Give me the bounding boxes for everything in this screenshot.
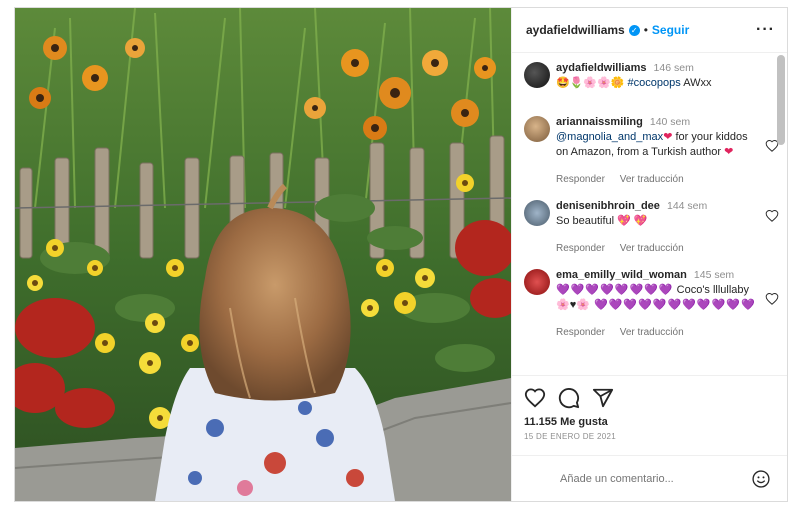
- see-translation-button[interactable]: Ver traducción: [620, 243, 684, 254]
- post-side-panel: aydafieldwilliams ✓ • Seguir ··· aydafie…: [511, 8, 787, 501]
- post-date: 15 DE ENERO DE 2021: [524, 432, 616, 441]
- purple-hearts-emoji: 💜💜💜💜💜💜💜💜: [556, 284, 674, 296]
- caption-username[interactable]: aydafieldwilliams: [556, 62, 646, 74]
- comment-body: ema_emilly_wild_woman 145 sem 💜💜💜💜💜💜💜💜 C…: [556, 268, 779, 340]
- add-comment-input[interactable]: [560, 472, 751, 485]
- post-photo[interactable]: [15, 8, 511, 501]
- verified-badge-icon: ✓: [628, 24, 640, 36]
- post-actions-section: 11.155 Me gusta 15 DE ENERO DE 2021: [512, 375, 787, 441]
- emoji-smiley-icon[interactable]: [751, 469, 771, 489]
- comment-body: ariannaissmiling 140 sem @magnolia_and_m…: [556, 115, 779, 187]
- follow-button[interactable]: Seguir: [652, 23, 689, 37]
- reply-button[interactable]: Responder: [556, 243, 605, 254]
- comment-username[interactable]: ema_emilly_wild_woman: [556, 269, 687, 281]
- comment-time[interactable]: 145 sem: [694, 269, 734, 281]
- likes-count[interactable]: 11.155 Me gusta: [524, 416, 775, 428]
- comment-actions: Responder Ver traducción: [556, 241, 707, 256]
- caption-emojis: 🤩🌷🌸🌸🌼: [556, 77, 625, 89]
- caption-hashtag[interactable]: #cocopops: [628, 77, 681, 89]
- like-comment-heart-icon[interactable]: [765, 292, 779, 306]
- share-paper-plane-icon[interactable]: [592, 387, 614, 409]
- post-header: aydafieldwilliams ✓ • Seguir ···: [512, 8, 787, 53]
- comment-item: ariannaissmiling 140 sem @magnolia_and_m…: [524, 115, 779, 187]
- caption-time[interactable]: 146 sem: [654, 62, 694, 74]
- comment-text: Coco's lllullaby: [673, 284, 750, 296]
- author-username[interactable]: aydafieldwilliams: [526, 23, 625, 37]
- comment-avatar[interactable]: [524, 269, 550, 295]
- add-comment-bar: [512, 455, 787, 501]
- see-translation-button[interactable]: Ver traducción: [620, 174, 684, 185]
- reply-button[interactable]: Responder: [556, 174, 605, 185]
- comment-avatar[interactable]: [524, 200, 550, 226]
- comments-scrollbar[interactable]: [777, 55, 785, 145]
- comment-time[interactable]: 144 sem: [667, 200, 707, 212]
- comment-actions: Responder Ver traducción: [556, 325, 757, 340]
- comment-username[interactable]: denisenibhroin_dee: [556, 200, 660, 212]
- comment-text: So beautiful 💖 💖: [556, 215, 648, 227]
- action-icons: [524, 386, 775, 410]
- comment-actions: Responder Ver traducción: [556, 172, 757, 187]
- caption-body: aydafieldwilliams 146 sem 🤩🌷🌸🌸🌼 #cocopop…: [556, 61, 712, 91]
- heart-emoji: ❤: [724, 146, 734, 158]
- comment-time[interactable]: 140 sem: [650, 116, 690, 128]
- comment-item: denisenibhroin_dee 144 sem So beautiful …: [524, 199, 779, 256]
- caption-item: aydafieldwilliams 146 sem 🤩🌷🌸🌸🌼 #cocopop…: [524, 61, 757, 91]
- comment-avatar[interactable]: [524, 116, 550, 142]
- garden-photo-illustration: [15, 8, 511, 501]
- flower-heart-emojis: 🌸♥🌸: [556, 299, 590, 311]
- post-modal: aydafieldwilliams ✓ • Seguir ··· aydafie…: [14, 7, 788, 502]
- more-options-icon[interactable]: ···: [756, 21, 775, 39]
- comment-username[interactable]: ariannaissmiling: [556, 116, 643, 128]
- caption-avatar[interactable]: [524, 62, 550, 88]
- like-heart-icon[interactable]: [524, 387, 546, 409]
- like-comment-heart-icon[interactable]: [765, 209, 779, 223]
- caption-suffix: AWxx: [683, 77, 712, 89]
- separator-dot: •: [643, 23, 648, 37]
- comment-bubble-icon[interactable]: [558, 387, 580, 409]
- purple-hearts-emoji: 💜💜💜💜💜💜💜💜💜💜💜: [589, 299, 756, 311]
- comment-item: ema_emilly_wild_woman 145 sem 💜💜💜💜💜💜💜💜 C…: [524, 268, 779, 340]
- comments-list[interactable]: aydafieldwilliams 146 sem 🤩🌷🌸🌸🌼 #cocopop…: [512, 53, 787, 375]
- comment-mention[interactable]: @magnolia_and_max: [556, 131, 663, 143]
- reply-button[interactable]: Responder: [556, 327, 605, 338]
- see-translation-button[interactable]: Ver traducción: [620, 327, 684, 338]
- comment-body: denisenibhroin_dee 144 sem So beautiful …: [556, 199, 779, 256]
